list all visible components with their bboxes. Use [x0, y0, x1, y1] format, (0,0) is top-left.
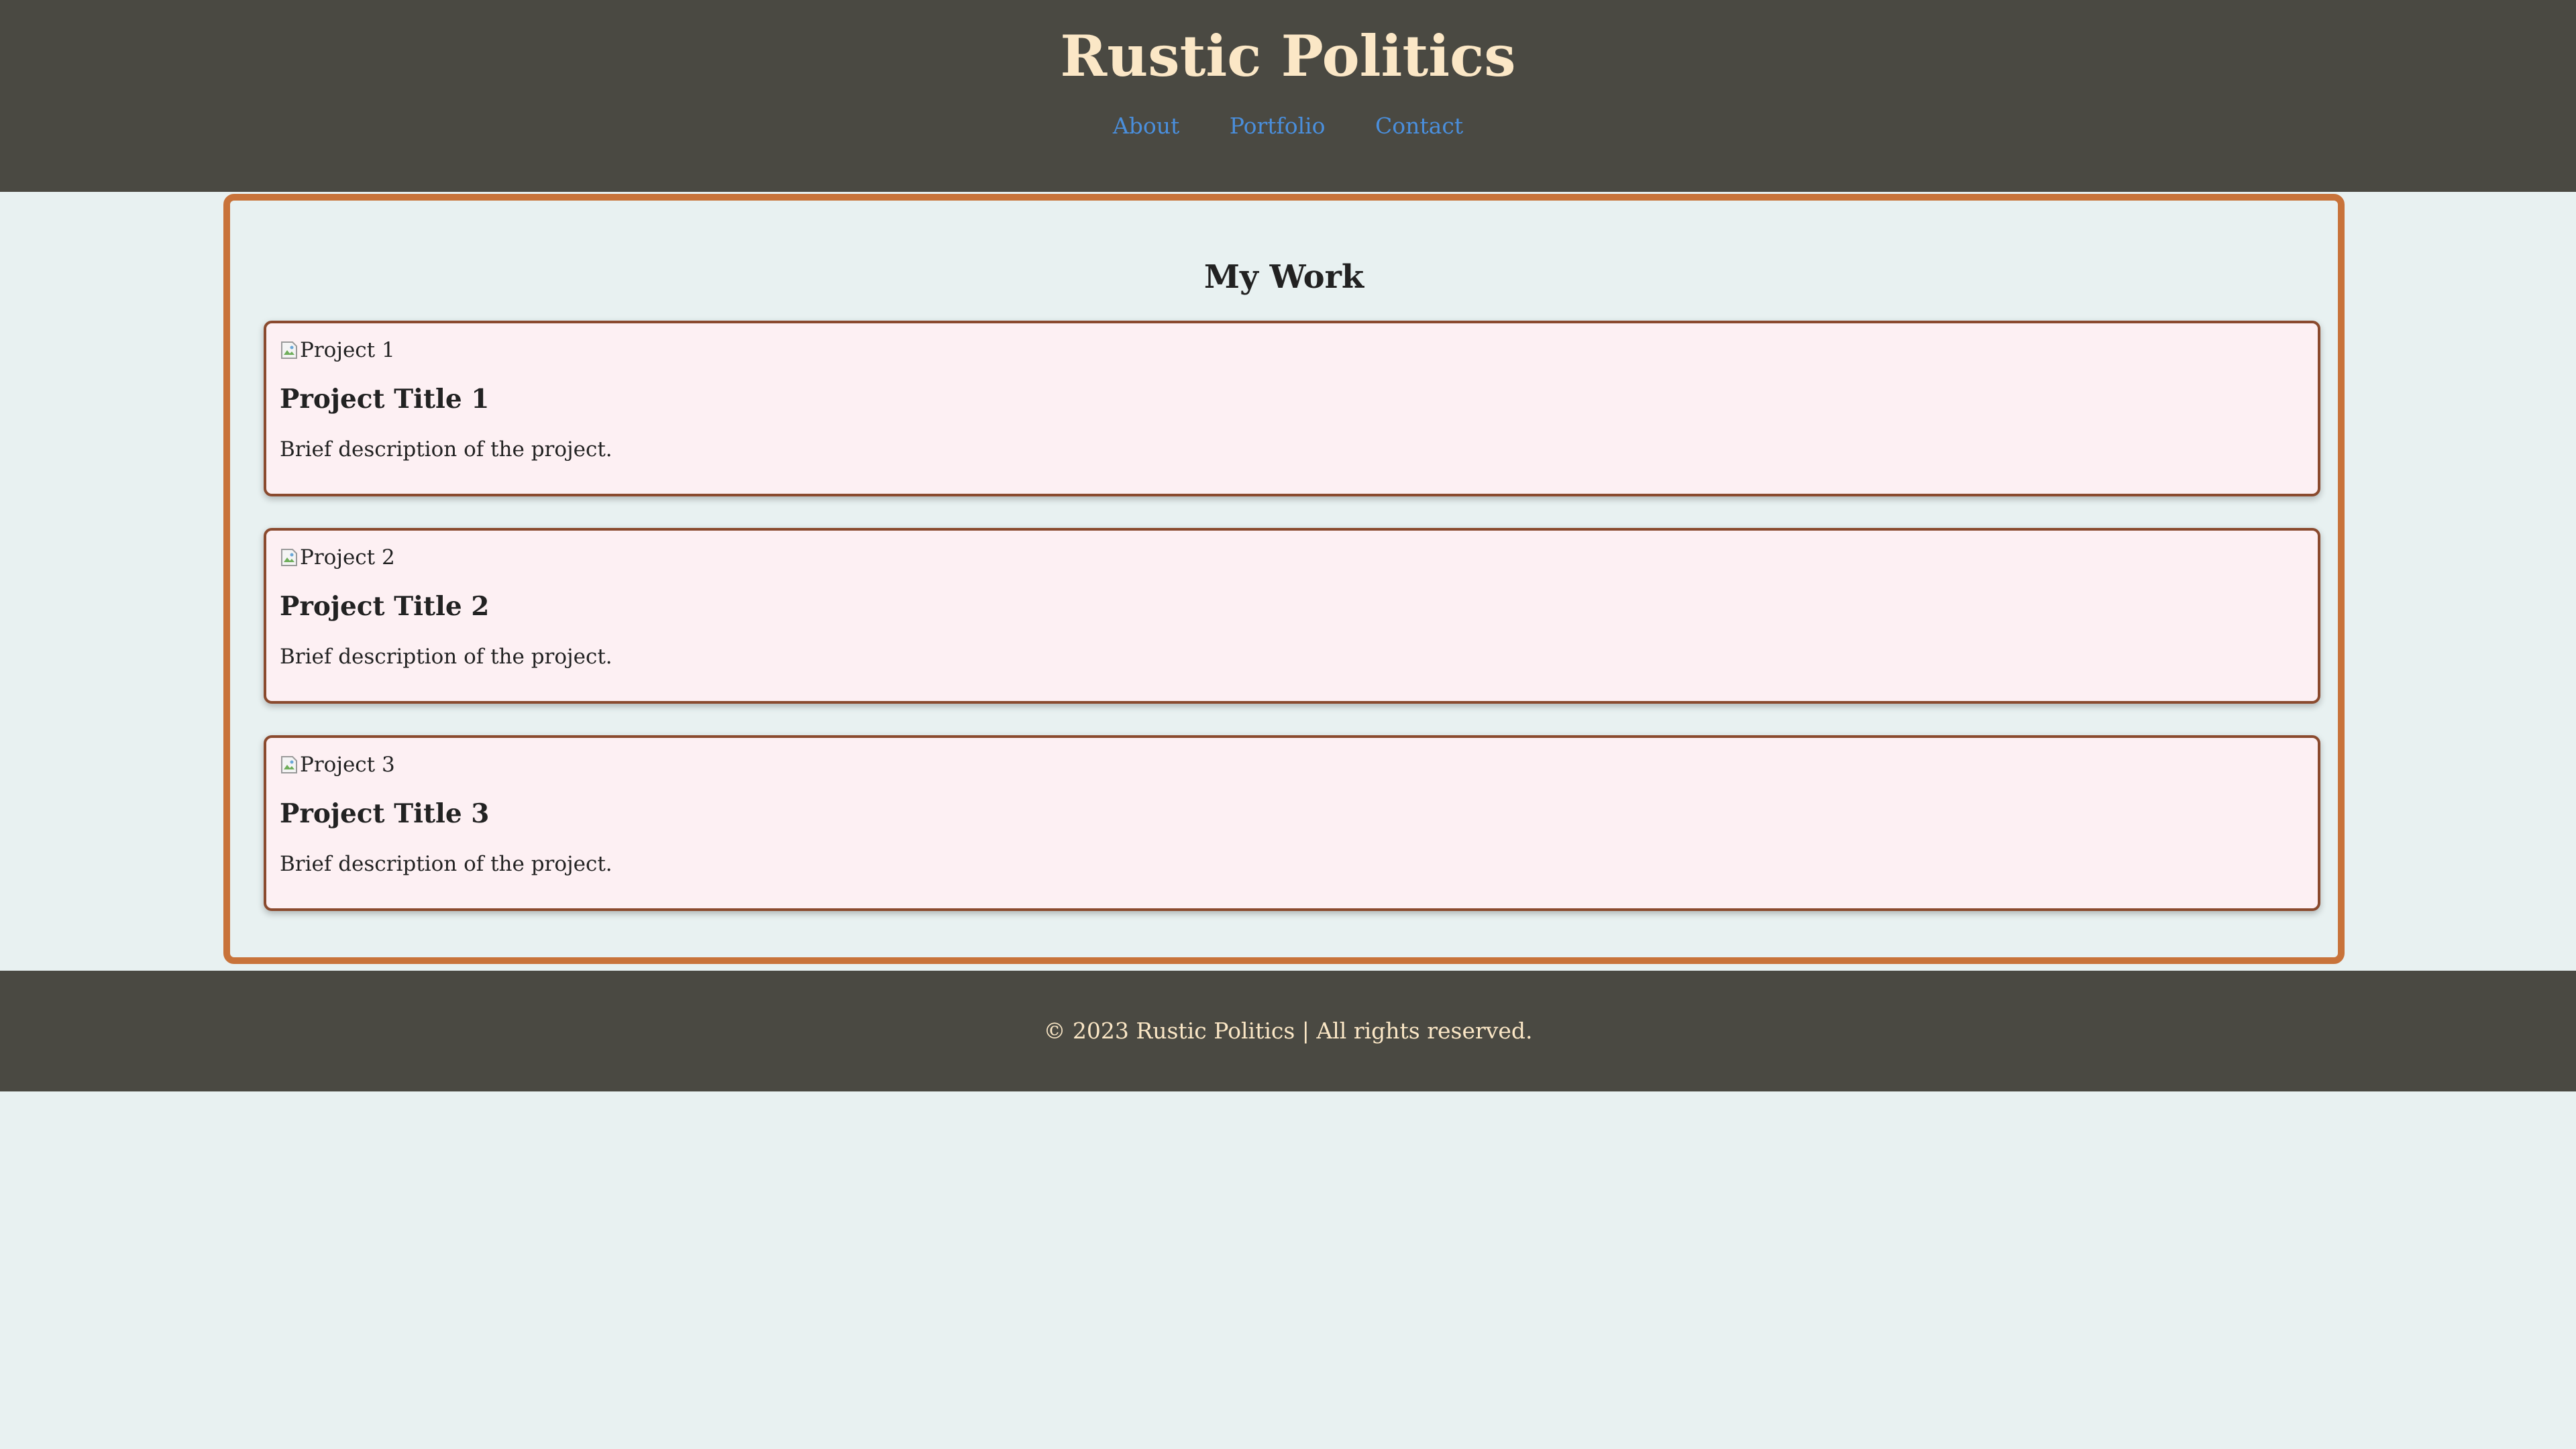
site-title: Rustic Politics: [1060, 23, 1516, 89]
site-footer: © 2023 Rustic Politics | All rights rese…: [0, 971, 2576, 1091]
project-title: Project Title 1: [280, 384, 490, 415]
portfolio-section: My Work Project 1 Project Title 1 Brief …: [223, 194, 2345, 964]
project-title: Project Title 3: [280, 798, 490, 829]
nav-link-portfolio[interactable]: Portfolio: [1230, 113, 1326, 139]
project-description: Brief description of the project.: [280, 645, 612, 669]
project-title: Project Title 2: [280, 591, 490, 622]
site-header: Rustic Politics About Portfolio Contact: [0, 0, 2576, 192]
broken-image-icon: [281, 341, 297, 359]
project-card: Project 1 Project Title 1 Brief descript…: [264, 321, 2320, 496]
project-image: Project 3: [280, 751, 395, 778]
project-image-alt: Project 2: [300, 545, 395, 570]
project-image: Project 2: [280, 544, 395, 571]
nav-link-about[interactable]: About: [1113, 113, 1179, 139]
project-description: Brief description of the project.: [280, 437, 612, 462]
broken-image-icon: [281, 756, 297, 773]
broken-image-icon: [281, 549, 297, 566]
project-image-alt: Project 1: [300, 338, 395, 362]
nav-link-contact[interactable]: Contact: [1375, 113, 1463, 139]
footer-copyright: © 2023 Rustic Politics | All rights rese…: [1043, 1018, 1533, 1044]
main-nav: About Portfolio Contact: [0, 113, 2576, 140]
project-description: Brief description of the project.: [280, 852, 612, 876]
project-image: Project 1: [280, 337, 395, 364]
project-card: Project 3 Project Title 3 Brief descript…: [264, 735, 2320, 911]
project-card: Project 2 Project Title 2 Brief descript…: [264, 528, 2320, 704]
project-image-alt: Project 3: [300, 753, 395, 777]
section-title: My Work: [1203, 258, 1364, 296]
